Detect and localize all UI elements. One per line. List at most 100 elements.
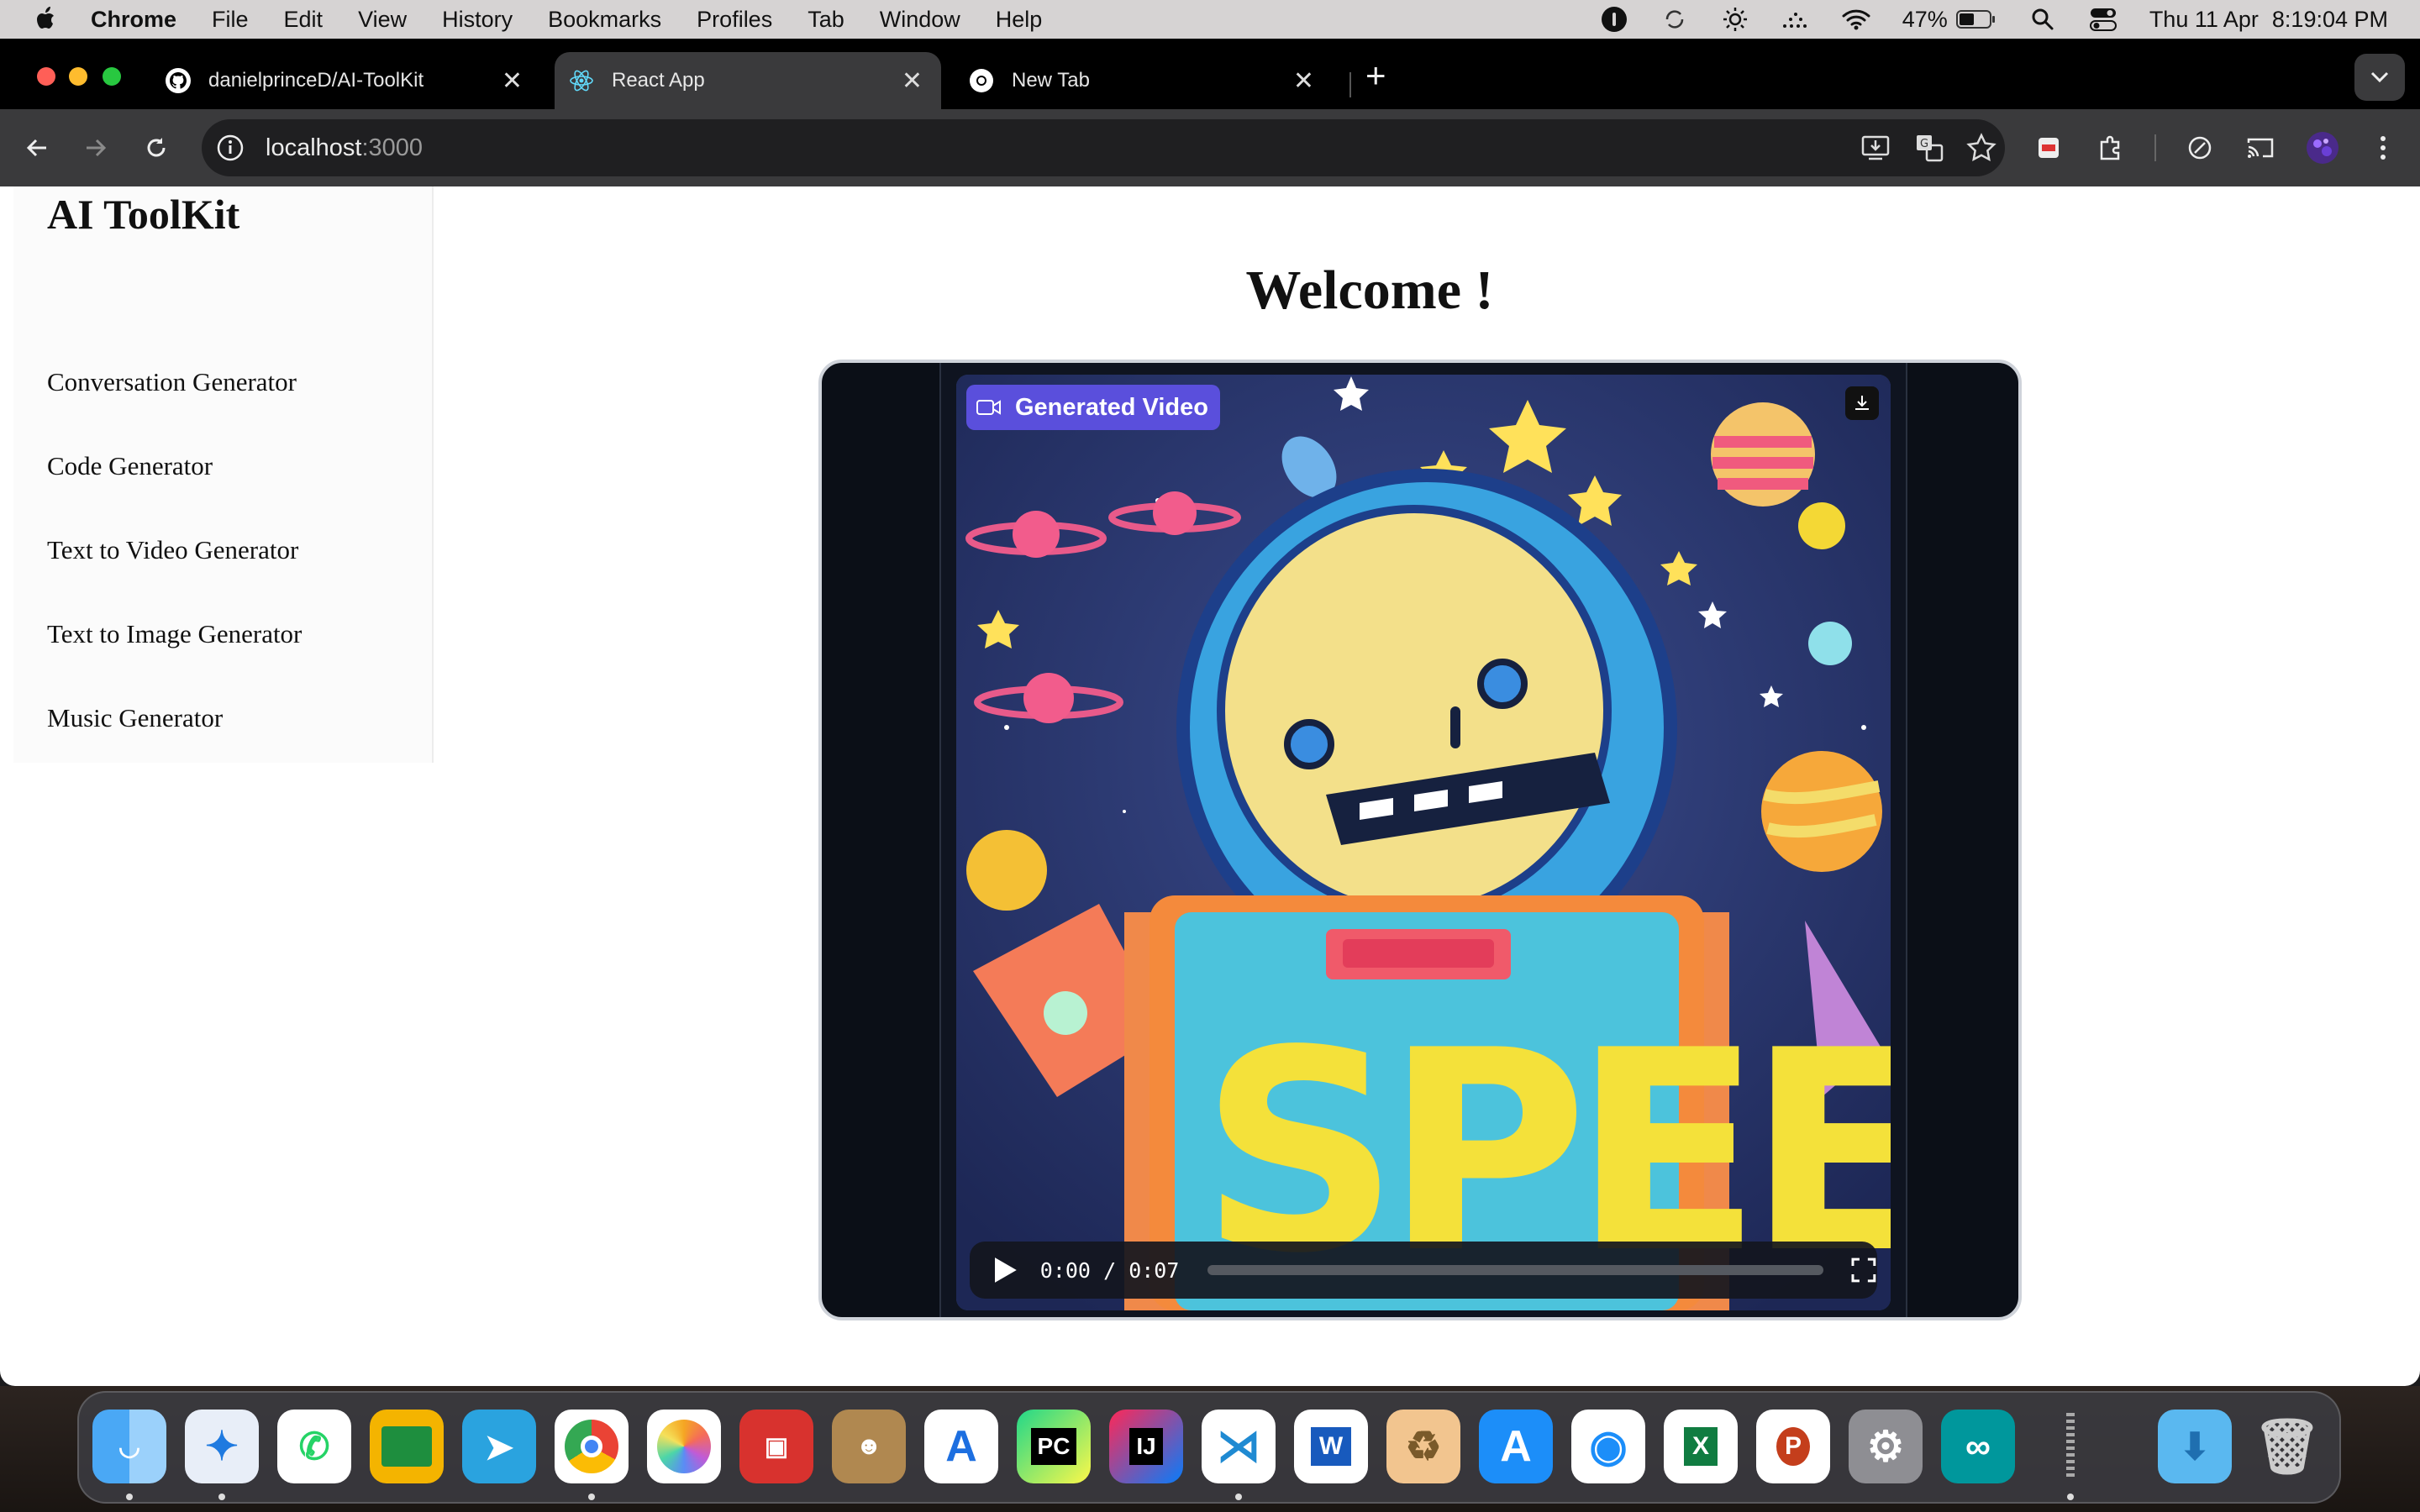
tab-close-icon[interactable]: ✕ bbox=[1293, 66, 1314, 96]
dock-audio-icon[interactable] bbox=[2033, 1410, 2107, 1483]
video-time-separator: / bbox=[1103, 1257, 1117, 1283]
tab-close-icon[interactable]: ✕ bbox=[902, 66, 923, 96]
dock-google-classroom-icon[interactable] bbox=[370, 1410, 444, 1483]
tab-react-app[interactable]: React App ✕ bbox=[555, 52, 941, 109]
nav-music-generator[interactable]: Music Generator bbox=[47, 703, 223, 733]
dock-vscode-icon[interactable]: ⋊ bbox=[1202, 1410, 1276, 1483]
dock-app-store-icon[interactable]: A bbox=[1479, 1410, 1553, 1483]
menu-app-name[interactable]: Chrome bbox=[91, 7, 176, 33]
dock-contacts-icon[interactable]: ☻ bbox=[832, 1410, 906, 1483]
browser-toolbar: localhost :3000 G bbox=[0, 109, 2420, 186]
tab-github[interactable]: danielprinceD/AI-ToolKit ✕ bbox=[165, 52, 541, 109]
nav-text-to-image-generator[interactable]: Text to Image Generator bbox=[47, 619, 302, 649]
apple-icon[interactable] bbox=[34, 6, 59, 33]
play-icon[interactable] bbox=[993, 1256, 1018, 1284]
cast-icon[interactable] bbox=[2242, 129, 2279, 166]
window-zoom-button[interactable] bbox=[103, 67, 121, 86]
window-minimize-button[interactable] bbox=[69, 67, 87, 86]
more-menu-icon[interactable] bbox=[2365, 129, 2402, 166]
dock-chrome-icon[interactable] bbox=[555, 1410, 629, 1483]
nav-text-to-video-generator[interactable]: Text to Video Generator bbox=[47, 535, 298, 565]
address-port: :3000 bbox=[361, 134, 424, 161]
dock-telegram-icon[interactable]: ➤ bbox=[462, 1410, 536, 1483]
dock-photo-booth-icon[interactable]: ▣ bbox=[739, 1410, 813, 1483]
tab-separator bbox=[1349, 72, 1351, 97]
performance-leaf-icon[interactable] bbox=[2181, 129, 2218, 166]
window-close-button[interactable] bbox=[37, 67, 55, 86]
video-camera-icon bbox=[976, 400, 1001, 415]
menu-history[interactable]: History bbox=[442, 7, 513, 33]
dock-finder-icon[interactable]: ◡ bbox=[92, 1410, 166, 1483]
chrome-icon bbox=[968, 67, 995, 94]
back-icon[interactable] bbox=[18, 129, 55, 166]
bookmark-star-icon[interactable] bbox=[1966, 133, 1996, 163]
dock-downloads-icon[interactable]: ⬇ bbox=[2158, 1410, 2232, 1483]
menu-file[interactable]: File bbox=[212, 7, 249, 33]
wifi-icon[interactable] bbox=[1842, 5, 1870, 34]
sync-icon[interactable] bbox=[1660, 5, 1689, 34]
translate-icon[interactable]: G bbox=[1914, 133, 1944, 163]
tab-close-icon[interactable]: ✕ bbox=[502, 66, 523, 96]
extensions-puzzle-icon[interactable] bbox=[2092, 129, 2129, 166]
chevron-down-icon bbox=[2370, 71, 2389, 83]
dock-word-icon[interactable]: W bbox=[1294, 1410, 1368, 1483]
dock-intellij-icon[interactable]: IJ bbox=[1109, 1410, 1183, 1483]
dock-airdrop-icon[interactable]: ◉ bbox=[1571, 1410, 1645, 1483]
forward-icon[interactable] bbox=[77, 129, 114, 166]
spotlight-search-icon[interactable] bbox=[2028, 5, 2057, 34]
menubar-date[interactable]: Thu 11 Apr bbox=[2149, 7, 2259, 33]
menu-profiles[interactable]: Profiles bbox=[697, 7, 772, 33]
nav-conversation-generator[interactable]: Conversation Generator bbox=[47, 367, 297, 397]
dock-system-settings-icon[interactable]: ⚙ bbox=[1849, 1410, 1923, 1483]
video-current-time: 0:00 bbox=[1039, 1257, 1091, 1283]
dock-excel-icon[interactable]: X bbox=[1664, 1410, 1738, 1483]
video-duration: 0:07 bbox=[1128, 1257, 1180, 1283]
address-bar[interactable]: localhost :3000 G bbox=[202, 119, 2005, 176]
fullscreen-icon[interactable] bbox=[1850, 1257, 1877, 1284]
tab-title: React App bbox=[612, 69, 705, 92]
reload-icon[interactable] bbox=[138, 129, 175, 166]
profile-avatar[interactable] bbox=[2304, 129, 2341, 166]
menubar-time[interactable]: 8:19:04 PM bbox=[2272, 7, 2388, 33]
tab-search-button[interactable] bbox=[2354, 54, 2405, 101]
github-icon bbox=[165, 67, 192, 94]
tab-new-tab[interactable]: New Tab ✕ bbox=[968, 52, 1333, 109]
generated-video-label-text: Generated Video bbox=[1015, 393, 1208, 421]
download-button[interactable] bbox=[1845, 386, 1879, 420]
tab-title: danielprinceD/AI-ToolKit bbox=[208, 69, 424, 92]
astronaut-video-frame: SPEE bbox=[956, 375, 1891, 1310]
display-icon[interactable] bbox=[1781, 5, 1810, 34]
new-tab-button[interactable]: + bbox=[1365, 55, 1386, 96]
dock-photos-icon[interactable] bbox=[647, 1410, 721, 1483]
menu-edit[interactable]: Edit bbox=[284, 7, 324, 33]
extension-red-icon[interactable] bbox=[2030, 129, 2067, 166]
menu-tab[interactable]: Tab bbox=[808, 7, 844, 33]
video-player-frame: SPEE Generated Video 0:00 / 0:07 bbox=[818, 360, 2022, 1320]
install-app-icon[interactable] bbox=[1860, 133, 1891, 163]
menu-help[interactable]: Help bbox=[996, 7, 1043, 33]
video-seek-bar[interactable] bbox=[1207, 1265, 1824, 1275]
menu-view[interactable]: View bbox=[358, 7, 407, 33]
menu-window[interactable]: Window bbox=[880, 7, 960, 33]
dock-trash-icon[interactable]: 🗑 bbox=[2250, 1410, 2324, 1483]
brightness-icon[interactable] bbox=[1721, 5, 1749, 34]
address-host: localhost bbox=[266, 134, 362, 161]
nav-code-generator[interactable]: Code Generator bbox=[47, 451, 213, 481]
battery-icon[interactable] bbox=[1955, 5, 1996, 34]
onepassword-icon[interactable] bbox=[1600, 5, 1628, 34]
menu-bookmarks[interactable]: Bookmarks bbox=[548, 7, 661, 33]
site-info-icon[interactable] bbox=[215, 133, 245, 163]
generated-video[interactable]: SPEE Generated Video 0:00 / 0:07 bbox=[956, 375, 1891, 1310]
dock-instruments-icon[interactable]: A bbox=[924, 1410, 998, 1483]
dock-safari-icon[interactable]: ✦ bbox=[185, 1410, 259, 1483]
dock-running-indicator bbox=[126, 1494, 133, 1500]
dock-recycle-icon[interactable]: ♻ bbox=[1386, 1410, 1460, 1483]
dock-powerpoint-icon[interactable]: P bbox=[1756, 1410, 1830, 1483]
dock-pycharm-icon[interactable]: PC bbox=[1017, 1410, 1091, 1483]
download-icon bbox=[1855, 396, 1869, 410]
dock-arduino-icon[interactable]: ∞ bbox=[1941, 1410, 2015, 1483]
dock-whatsapp-icon[interactable]: ✆ bbox=[277, 1410, 351, 1483]
svg-text:G: G bbox=[1920, 138, 1928, 150]
control-center-icon[interactable] bbox=[2089, 5, 2118, 34]
welcome-heading: Welcome ! bbox=[1245, 260, 1494, 321]
